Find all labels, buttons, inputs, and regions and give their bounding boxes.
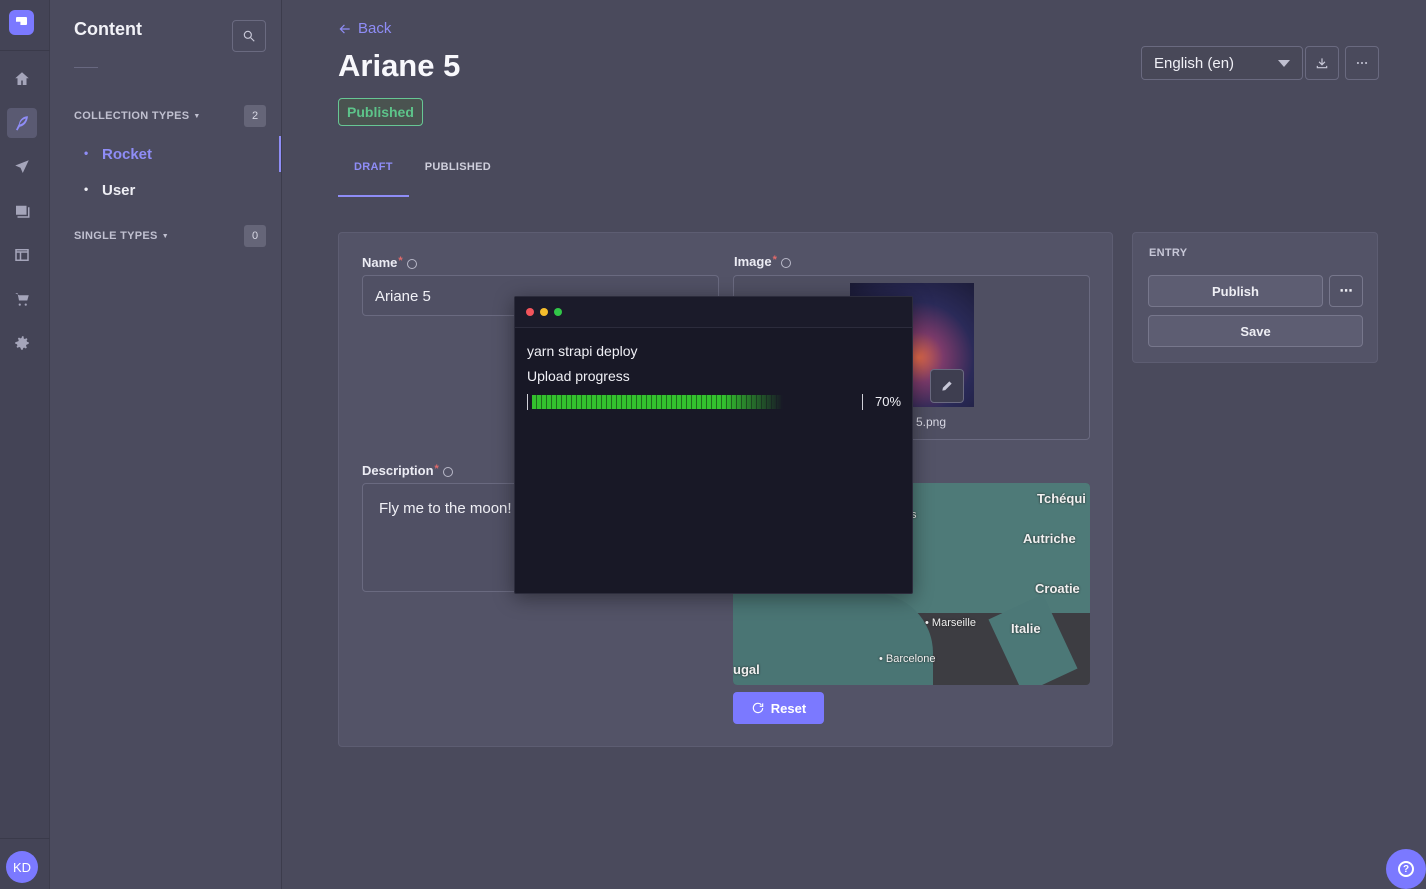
globe-icon [406,258,417,269]
save-button[interactable]: Save [1148,315,1363,347]
chevron-down-icon [1278,60,1290,67]
terminal-window[interactable]: yarn strapi deploy Upload progress 70% [514,296,913,594]
single-types-label: SINGLE TYPES [74,230,158,242]
marketplace-cart-icon[interactable] [7,284,37,314]
active-item-indicator [279,136,281,172]
entry-panel: ENTRY Publish ⋯ Save [1132,232,1378,363]
caret-down-icon: ▼ [193,112,201,120]
map-land-area [733,593,933,685]
upload-progress-percent: 70% [875,394,902,409]
required-asterisk: * [772,254,777,266]
upload-progress-bar [527,394,863,410]
tab-published[interactable]: PUBLISHED [409,150,507,197]
download-icon [1316,58,1328,69]
name-field-label: Name* [362,255,417,270]
close-dot-icon[interactable] [526,308,534,316]
rail-divider [0,50,50,51]
sidebar-divider [74,67,98,68]
terminal-titlebar[interactable] [515,297,912,328]
map-label: Autriche [1023,531,1076,546]
terminal-command: yarn strapi deploy [527,343,638,359]
help-button[interactable]: ? [1386,849,1426,889]
more-horizontal-icon: ⋯ [1339,283,1353,298]
required-asterisk: * [398,255,403,267]
image-label-text: Image [734,254,772,269]
map-city: • Marseille [925,617,976,629]
question-icon: ? [1398,861,1414,877]
image-field-label: Image* [734,254,791,269]
rail-divider-bottom [0,838,50,839]
sidebar-item-label: User [102,182,136,199]
map-label: ugal [733,662,760,677]
download-button[interactable] [1305,46,1339,80]
content-sidebar: Content COLLECTION TYPES▼ 2 Rocket User … [50,0,282,889]
publish-button[interactable]: Publish [1148,275,1323,307]
reset-label: Reset [770,700,807,716]
maximize-dot-icon[interactable] [554,308,562,316]
collection-types-heading[interactable]: COLLECTION TYPES ▼ [74,110,201,122]
refresh-icon [752,702,764,714]
home-icon[interactable] [7,64,37,94]
upload-progress-fade [723,395,783,409]
tab-draft[interactable]: DRAFT [338,150,409,197]
collection-types-label: COLLECTION TYPES [74,110,190,122]
map-label: Croatie [1035,581,1080,596]
locale-value: English (en) [1154,54,1235,72]
description-label-text: Description [362,463,434,478]
more-horizontal-icon [1356,61,1368,65]
single-types-count: 0 [244,225,266,247]
main-nav-rail: KD [0,0,50,889]
edit-image-button[interactable] [930,369,964,403]
content-type-builder-icon[interactable] [7,240,37,270]
settings-gear-icon[interactable] [7,328,37,358]
description-field-label: Description* [362,463,453,478]
single-types-heading[interactable]: SINGLE TYPES ▼ [74,230,169,242]
sidebar-item-label: Rocket [102,146,153,163]
content-manager-icon[interactable] [7,108,37,138]
search-icon [243,30,255,42]
sidebar-search-button[interactable] [232,20,266,52]
back-link[interactable]: Back [338,20,391,37]
version-tabs: DRAFT PUBLISHED [338,150,507,197]
media-library-icon[interactable] [7,196,37,226]
sidebar-item-user[interactable]: User [84,182,136,199]
caret-down-icon: ▼ [161,232,169,240]
name-label-text: Name [362,255,398,270]
globe-icon [780,257,791,268]
back-label: Back [358,20,392,37]
arrow-left-icon [339,24,350,33]
pencil-icon [942,381,952,391]
entry-title: ENTRY [1149,247,1188,259]
map-label: Italie [1011,621,1041,636]
deploy-send-icon[interactable] [7,152,37,182]
reset-button[interactable]: Reset [733,692,824,724]
map-city-name: Barcelone [885,653,936,665]
sidebar-title: Content [74,19,142,39]
locale-select[interactable]: English (en) [1141,46,1303,80]
collection-types-count: 2 [244,105,266,127]
more-actions-button[interactable] [1345,46,1379,80]
minimize-dot-icon[interactable] [540,308,548,316]
map-city-name: Marseille [931,617,976,629]
image-filename: 5.png [916,415,947,429]
status-badge: Published [338,98,423,126]
required-asterisk: * [434,463,439,475]
sidebar-item-rocket[interactable]: Rocket [84,146,153,163]
map-city: • Barcelone [879,653,936,665]
globe-icon [442,466,453,477]
map-label: Tchéqui [1037,491,1086,506]
terminal-progress-label: Upload progress [527,368,630,384]
entry-more-button[interactable]: ⋯ [1329,275,1363,307]
strapi-logo[interactable] [9,10,34,35]
user-avatar[interactable]: KD [6,851,38,883]
page-title: Ariane 5 [338,48,461,83]
